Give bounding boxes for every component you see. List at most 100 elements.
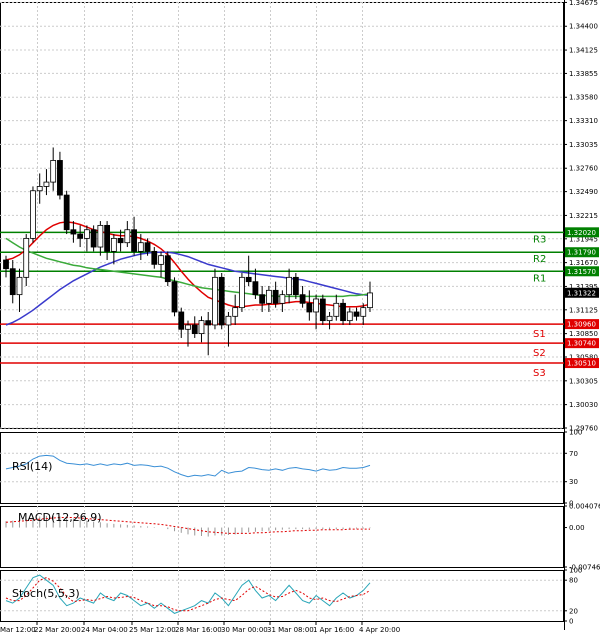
candle-body xyxy=(232,307,239,317)
pivot-price-label: 1.30510 xyxy=(567,360,596,368)
candle-body xyxy=(191,324,198,335)
candle-body xyxy=(151,250,158,265)
candle-body xyxy=(3,259,9,270)
candle-body xyxy=(110,237,117,252)
candle-body xyxy=(9,268,16,296)
candle-body xyxy=(313,298,319,313)
candle-body xyxy=(137,242,144,252)
pivot-price-label: 1.31570 xyxy=(567,268,596,276)
y-tick-label: 1.34125 xyxy=(569,47,598,55)
candle-body xyxy=(63,194,70,231)
pivot-price-label: 1.30740 xyxy=(567,340,596,348)
candle-body xyxy=(239,276,245,309)
stoch-tick-label: 100 xyxy=(569,567,582,575)
y-tick-label: 1.32215 xyxy=(569,212,598,220)
candle-body xyxy=(77,233,84,239)
candle-body xyxy=(353,311,360,317)
candle-body xyxy=(131,229,137,252)
x-tick-label: 30 Mar 00:00 xyxy=(221,626,268,634)
candle-body xyxy=(70,229,77,235)
candle-body xyxy=(164,255,171,283)
current-price-label: 1.31322 xyxy=(567,289,596,297)
y-tick-label: 1.32490 xyxy=(569,188,598,196)
pivot-label-s1: S1 xyxy=(533,329,546,340)
y-tick-label: 1.32760 xyxy=(569,165,598,173)
stoch-tick-label: 0 xyxy=(569,618,573,626)
y-tick-label: 1.34675 xyxy=(569,0,598,7)
stoch-tick-label: 20 xyxy=(569,607,578,615)
macd-label: MACD(12,26,9) xyxy=(18,511,102,524)
candle-body xyxy=(205,320,212,326)
y-tick-label: 1.31125 xyxy=(569,306,598,314)
candle-body xyxy=(218,276,225,326)
candle-body xyxy=(360,307,367,317)
candle-body xyxy=(90,229,97,248)
pivot-price-label: 1.31790 xyxy=(567,249,596,257)
x-tick-label: 24 Mar 04:00 xyxy=(81,626,128,634)
rsi-tick-label: 30 xyxy=(569,478,578,486)
y-tick-label: 1.33855 xyxy=(569,70,598,78)
macd-tick-label: 0.004076 xyxy=(569,503,600,511)
candle-body xyxy=(57,160,63,196)
x-tick-label: 22 Mar 20:00 xyxy=(34,626,81,634)
candle-body xyxy=(198,320,205,335)
y-tick-label: 1.34400 xyxy=(569,23,598,31)
x-tick-label: 28 Mar 16:00 xyxy=(175,626,222,634)
pivot-label-r3: R3 xyxy=(533,234,546,245)
candle-body xyxy=(292,276,299,296)
x-tick-label: 4 Apr 20:00 xyxy=(359,626,400,634)
x-tick-label: 1 Apr 16:00 xyxy=(313,626,354,634)
y-tick-label: 1.30030 xyxy=(569,401,598,409)
stoch-label: Stoch(5,5,3) xyxy=(12,587,80,600)
candle-body xyxy=(265,289,272,304)
candle-body xyxy=(16,276,23,296)
pivot-price-label: 1.32020 xyxy=(567,229,596,237)
y-tick-label: 1.33310 xyxy=(569,117,598,125)
candle-body xyxy=(185,324,191,330)
candle-body xyxy=(245,276,252,283)
candle-body xyxy=(50,160,57,183)
candle-body xyxy=(367,292,373,309)
candle-body xyxy=(346,311,353,322)
macd-tick-label: 0.00 xyxy=(569,524,585,532)
candle-body xyxy=(259,294,266,304)
pivot-label-r1: R1 xyxy=(533,273,546,284)
candle-body xyxy=(225,315,232,326)
x-tick-label: Mar 12:00 xyxy=(0,626,36,634)
forex-chart: 1.34675 1.34400 1.34125 1.33855 1.33580 1.333… xyxy=(0,0,600,634)
y-tick-label: 1.30850 xyxy=(569,330,598,338)
rsi-tick-label: 100 xyxy=(569,429,582,437)
candle-body xyxy=(158,255,164,265)
candle-body xyxy=(23,237,30,278)
candle-body xyxy=(333,302,340,317)
candle-body xyxy=(279,294,286,304)
x-tick-label: 25 Mar 12:00 xyxy=(129,626,176,634)
pivot-label-r2: R2 xyxy=(533,254,546,265)
stoch-tick-label: 80 xyxy=(569,577,578,585)
candle-body xyxy=(171,281,178,313)
x-tick-label: 31 Mar 08:00 xyxy=(267,626,314,634)
candle-body xyxy=(178,311,185,330)
candle-body xyxy=(326,315,333,322)
candle-body xyxy=(286,276,293,296)
rsi-tick-label: 70 xyxy=(569,450,578,458)
y-tick-label: 1.33035 xyxy=(569,141,598,149)
candle-body xyxy=(83,229,90,239)
candle-body xyxy=(144,242,151,252)
rsi-label: RSI(14) xyxy=(12,460,52,473)
pivot-price-label: 1.30960 xyxy=(567,321,596,329)
candle-body xyxy=(97,224,104,248)
candle-body xyxy=(272,289,279,304)
candle-body xyxy=(30,190,36,239)
candle-body xyxy=(124,229,131,244)
y-tick-label: 1.30305 xyxy=(569,377,598,385)
pivot-label-s2: S2 xyxy=(533,348,546,359)
candle-body xyxy=(117,237,124,244)
candle-body xyxy=(43,181,50,187)
candle-body xyxy=(319,298,326,322)
candle-body xyxy=(212,276,218,326)
candle-body xyxy=(104,224,111,252)
candle-body xyxy=(340,302,346,322)
candle-body xyxy=(306,302,313,313)
pivot-label-s3: S3 xyxy=(533,368,546,379)
